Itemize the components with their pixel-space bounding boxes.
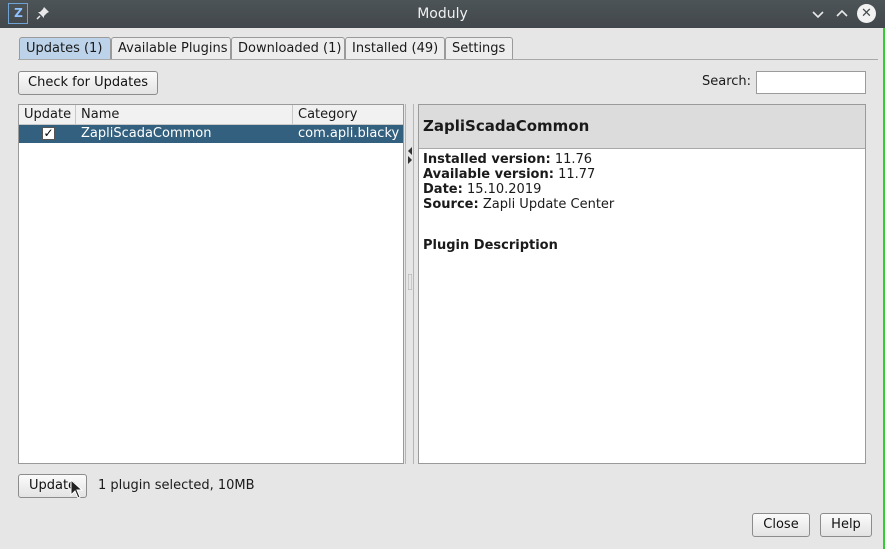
collapse-right-icon[interactable] [407, 156, 413, 164]
close-button[interactable]: Close [752, 513, 810, 537]
update-checkbox[interactable]: ✓ [42, 127, 55, 140]
available-version-value: 11.77 [558, 167, 596, 182]
tab-installed[interactable]: Installed (49) [345, 37, 445, 60]
tab-available-plugins[interactable]: Available Plugins [111, 37, 231, 60]
column-header-update[interactable]: Update [19, 105, 76, 125]
tab-downloaded[interactable]: Downloaded (1) [231, 37, 345, 60]
split-line-right [413, 104, 414, 464]
grip-icon [408, 274, 412, 290]
detail-title: ZapliScadaCommon [419, 105, 865, 149]
date-label: Date: [423, 182, 463, 197]
plugin-table: Update Name Category ✓ ZapliScadaCommon … [18, 104, 404, 464]
tab-divider [18, 59, 878, 60]
chevron-up-icon[interactable] [833, 5, 851, 23]
window-titlebar[interactable]: Z Moduly ✕ [0, 0, 885, 28]
available-version-line: Available version: 11.77 [423, 167, 595, 182]
mouse-cursor-icon [70, 479, 84, 499]
search-label: Search: [702, 74, 752, 89]
split-line-left [405, 104, 406, 464]
chevron-down-icon[interactable] [809, 5, 827, 23]
table-row[interactable]: ✓ ZapliScadaCommon com.apli.blacky [19, 125, 403, 143]
row-category: com.apli.blacky [298, 126, 400, 141]
collapse-left-icon[interactable] [407, 147, 413, 155]
row-name: ZapliScadaCommon [81, 126, 212, 141]
date-line: Date: 15.10.2019 [423, 182, 541, 197]
plugin-description-title: Plugin Description [423, 238, 558, 253]
installed-version-value: 11.76 [554, 152, 593, 167]
installed-version-label: Installed version: [423, 152, 551, 167]
source-label: Source: [423, 197, 479, 212]
installed-version-line: Installed version: 11.76 [423, 152, 592, 167]
source-value: Zapli Update Center [482, 197, 615, 212]
close-icon[interactable]: ✕ [857, 4, 876, 23]
column-header-category[interactable]: Category [293, 105, 403, 125]
plugin-detail-panel: ZapliScadaCommon Installed version: 11.7… [418, 104, 866, 464]
available-version-label: Available version: [423, 167, 554, 182]
date-value: 15.10.2019 [466, 182, 542, 197]
check-for-updates-button[interactable]: Check for Updates [18, 71, 158, 95]
tab-updates[interactable]: Updates (1) [19, 37, 111, 60]
search-input[interactable] [756, 71, 866, 94]
window-title: Moduly [417, 6, 468, 22]
tab-settings[interactable]: Settings [445, 37, 513, 60]
source-line: Source: Zapli Update Center [423, 197, 614, 212]
help-button[interactable]: Help [820, 513, 872, 537]
column-header-name[interactable]: Name [76, 105, 293, 125]
split-pane-divider[interactable] [404, 104, 416, 464]
table-header: Update Name Category [19, 105, 403, 125]
selection-status: 1 plugin selected, 10MB [98, 478, 255, 493]
